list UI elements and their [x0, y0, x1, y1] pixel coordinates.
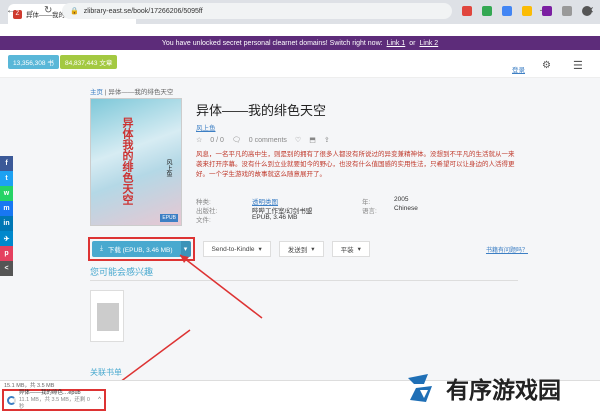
watermark: 有序游戏园: [402, 370, 561, 406]
download-filename: 异体——我的绯色…epub: [18, 389, 81, 396]
twitter-icon[interactable]: t: [0, 171, 13, 186]
social-share-bar: f t w m in ✈ p <: [0, 156, 13, 276]
share-collapse-icon[interactable]: <: [0, 261, 13, 276]
download-spinner-icon: [7, 395, 16, 405]
pinterest-icon[interactable]: p: [0, 246, 13, 261]
watermark-text: 有序游戏园: [446, 377, 561, 403]
download-item[interactable]: 异体——我的绯色…epub 11.1 MB，共 3.5 MB，还剩 0 秒 ^: [2, 389, 106, 411]
download-progress-text: 15.1 MB，共 3.5 MB: [4, 383, 55, 389]
linkedin-icon[interactable]: in: [0, 216, 13, 231]
download-status: 11.1 MB，共 3.5 MB，还剩 0 秒: [18, 396, 90, 410]
download-item-chevron-icon[interactable]: ^: [98, 397, 101, 403]
annotation-arrow-line: [179, 254, 263, 319]
watermark-logo-icon: [408, 374, 432, 402]
whatsapp-icon[interactable]: w: [0, 186, 13, 201]
facebook-icon[interactable]: f: [0, 156, 13, 171]
telegram-icon[interactable]: ✈: [0, 231, 13, 246]
messenger-icon[interactable]: m: [0, 201, 13, 216]
download-item-text: 异体——我的绯色…epub 11.1 MB，共 3.5 MB，还剩 0 秒: [19, 390, 95, 411]
annotation-arrows: [108, 254, 263, 391]
